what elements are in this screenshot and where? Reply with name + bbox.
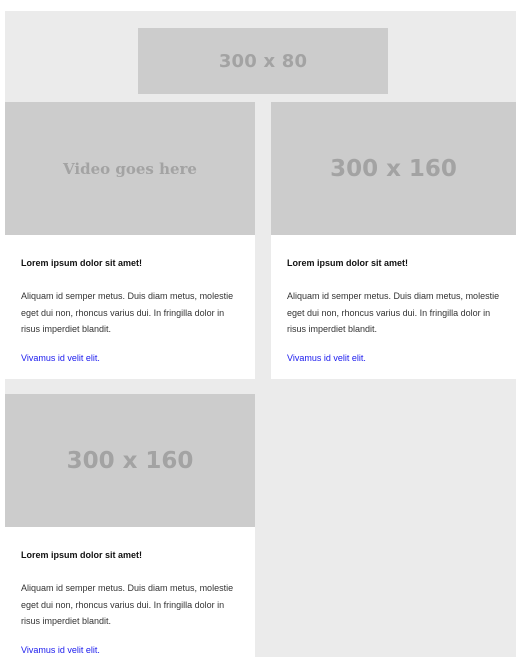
card-body: Lorem ipsum dolor sit amet! Aliquam id s… [5, 235, 255, 364]
image-placeholder: 300 x 160 [5, 394, 255, 527]
card-text: Aliquam id semper metus. Duis diam metus… [21, 291, 234, 334]
banner-placeholder: 300 x 80 [138, 28, 388, 94]
banner-label: 300 x 80 [218, 50, 308, 72]
card-text: Aliquam id semper metus. Duis diam metus… [287, 291, 500, 334]
image-placeholder-label: 300 x 160 [66, 447, 194, 474]
card-body: Lorem ipsum dolor sit amet! Aliquam id s… [5, 527, 255, 656]
video-placeholder-label: Video goes here [63, 159, 197, 178]
image-placeholder-label: 300 x 160 [330, 155, 457, 182]
card-link[interactable]: Vivamus id velit elit. [21, 352, 239, 364]
card-body: Lorem ipsum dolor sit amet! Aliquam id s… [271, 235, 516, 364]
card-title: Lorem ipsum dolor sit amet! [21, 550, 143, 560]
content-card: 300 x 160 Lorem ipsum dolor sit amet! Al… [271, 102, 516, 379]
card-text: Aliquam id semper metus. Duis diam metus… [21, 583, 234, 626]
image-placeholder: 300 x 160 [271, 102, 516, 235]
content-card: 300 x 160 Lorem ipsum dolor sit amet! Al… [5, 394, 255, 657]
video-placeholder[interactable]: Video goes here [5, 102, 255, 235]
card-title: Lorem ipsum dolor sit amet! [287, 258, 409, 268]
card-link[interactable]: Vivamus id velit elit. [287, 352, 500, 364]
content-card: Video goes here Lorem ipsum dolor sit am… [5, 102, 255, 379]
card-title: Lorem ipsum dolor sit amet! [21, 258, 143, 268]
card-link[interactable]: Vivamus id velit elit. [21, 644, 239, 656]
layout-canvas: 300 x 80 Video goes here Lorem ipsum dol… [5, 11, 516, 657]
